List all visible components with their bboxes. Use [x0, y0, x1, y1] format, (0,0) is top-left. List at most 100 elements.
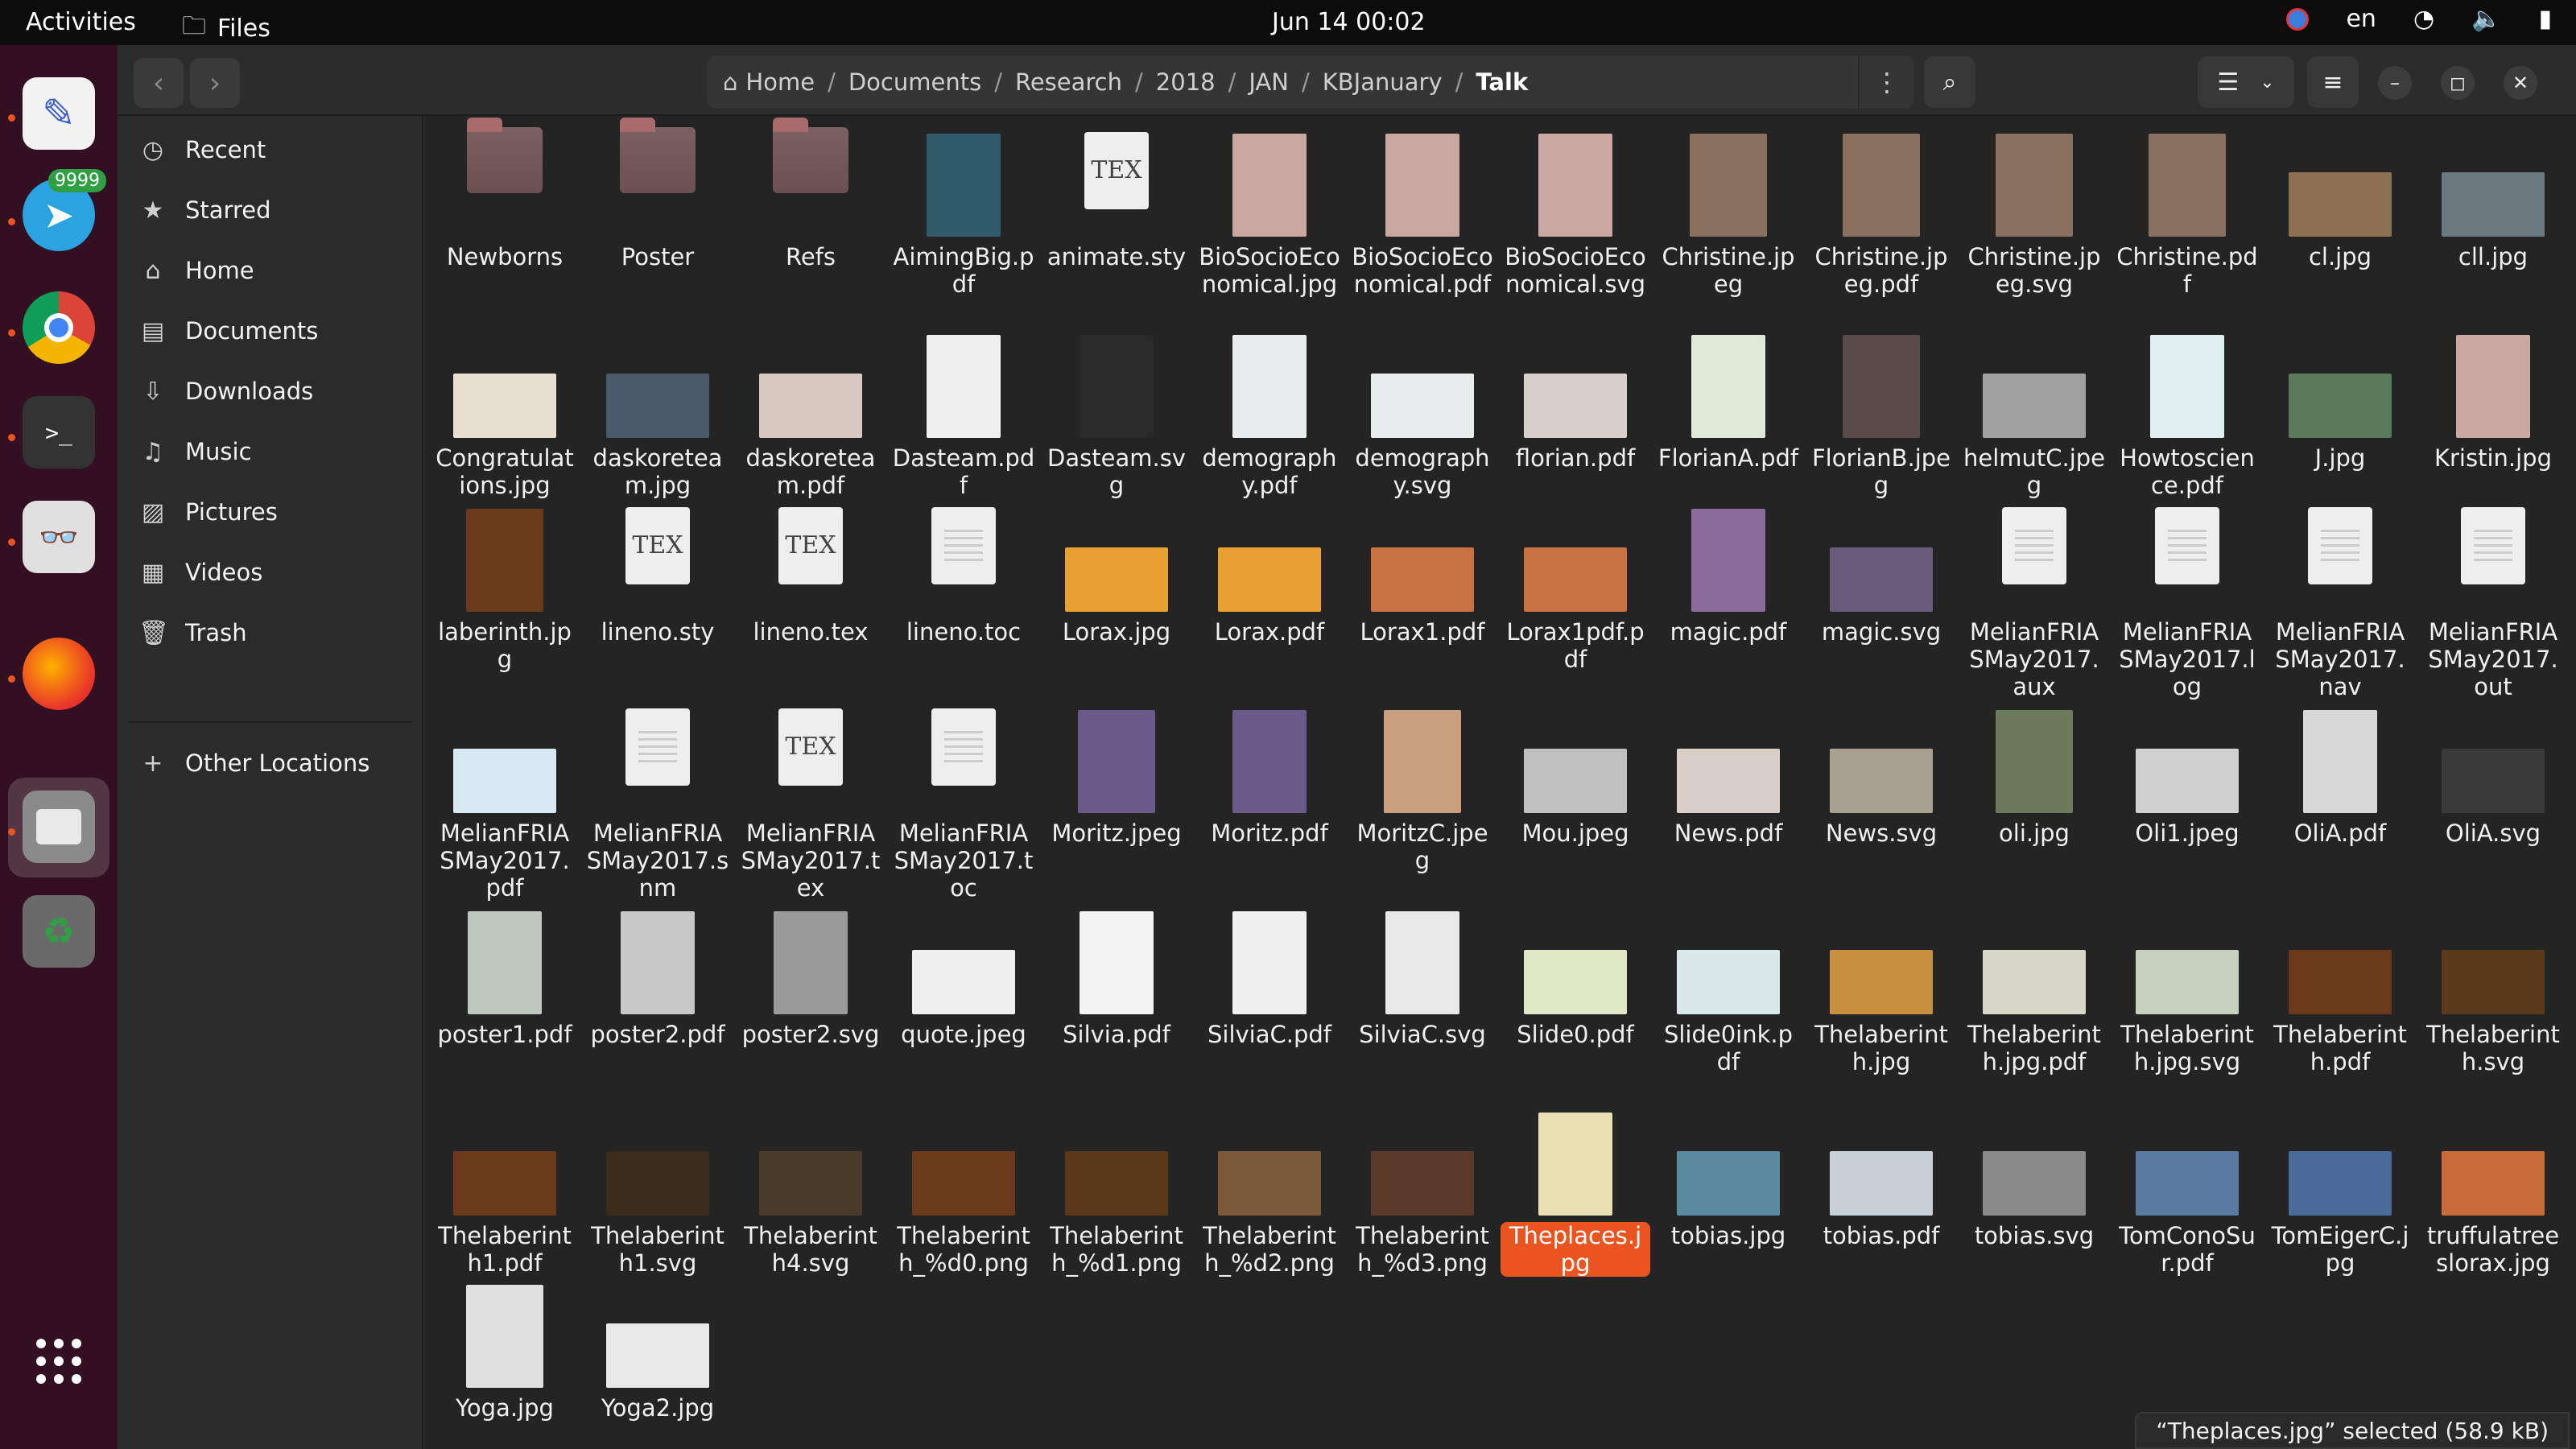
file-item[interactable]: Slide0.pdf — [1501, 910, 1650, 1048]
file-item[interactable]: Yoga2.jpg — [583, 1283, 733, 1422]
chrome-icon[interactable] — [23, 291, 95, 364]
file-item[interactable]: Oli1.jpeg — [2112, 708, 2262, 847]
file-item[interactable]: Slide0ink.pdf — [1653, 910, 1803, 1075]
file-item[interactable]: OliA.svg — [2418, 708, 2568, 847]
file-item[interactable]: TEX MelianFRIASMay2017.tex — [736, 708, 886, 902]
system-tray[interactable]: en ◔ 🔈 ▮ — [2286, 5, 2552, 33]
file-item[interactable]: Thelaberinth1.svg — [583, 1111, 733, 1277]
file-item[interactable]: Dasteam.svg — [1042, 333, 1191, 499]
folder-item[interactable]: Poster — [583, 118, 733, 270]
file-item[interactable]: poster1.pdf — [430, 910, 580, 1048]
notification-icon[interactable] — [2286, 7, 2310, 31]
file-item[interactable]: Dasteam.pdf — [889, 333, 1038, 499]
sidebar-item-other-locations[interactable]: + Other Locations — [138, 739, 369, 787]
file-item[interactable]: News.svg — [1806, 708, 1956, 847]
file-item[interactable]: Lorax1pdf.pdf — [1501, 507, 1650, 673]
file-item[interactable]: daskoreteam.pdf — [736, 333, 886, 499]
file-item[interactable]: Thelaberinth_%d2.png — [1195, 1111, 1344, 1277]
sidebar-item-trash[interactable]: 🗑 Trash — [138, 609, 247, 657]
terminal-icon[interactable]: >_ — [23, 396, 95, 469]
file-item[interactable]: Moritz.pdf — [1195, 708, 1344, 847]
file-item[interactable]: demography.pdf — [1195, 333, 1344, 499]
file-item[interactable]: SilviaC.svg — [1348, 910, 1497, 1048]
file-item[interactable]: BioSocioEconomical.jpg — [1195, 132, 1344, 298]
app-menu[interactable]: 🗀 Files — [182, 8, 270, 49]
activities-button[interactable]: Activities — [26, 8, 136, 36]
file-item[interactable]: Thelaberinth.svg — [2418, 910, 2568, 1075]
file-item[interactable]: tobias.pdf — [1806, 1111, 1956, 1249]
breadcrumb-jan[interactable]: JAN — [1236, 68, 1302, 96]
folder-item[interactable]: Refs — [736, 118, 886, 270]
file-item[interactable]: Mou.jpeg — [1501, 708, 1650, 847]
file-item[interactable]: magic.pdf — [1653, 507, 1803, 646]
file-item[interactable]: quote.jpeg — [889, 910, 1038, 1048]
file-item[interactable]: truffulatreeslorax.jpg — [2418, 1111, 2568, 1277]
file-item[interactable]: Silvia.pdf — [1042, 910, 1191, 1048]
file-item[interactable]: MoritzC.jpeg — [1348, 708, 1497, 874]
language-indicator[interactable]: en — [2346, 5, 2376, 33]
file-item[interactable]: Christine.jpeg.pdf — [1806, 132, 1956, 298]
file-item[interactable]: magic.svg — [1806, 507, 1956, 646]
file-item[interactable]: MelianFRIASMay2017.out — [2418, 507, 2568, 700]
network-icon[interactable]: ◔ — [2413, 5, 2434, 33]
file-item[interactable]: Kristin.jpg — [2418, 333, 2568, 472]
file-item[interactable]: poster2.svg — [736, 910, 886, 1048]
trash-dock-icon[interactable]: ♻ — [23, 895, 95, 968]
file-item[interactable]: Moritz.jpeg — [1042, 708, 1191, 847]
breadcrumb-2018[interactable]: 2018 — [1143, 68, 1228, 96]
breadcrumb-research[interactable]: Research — [1002, 68, 1135, 96]
file-item[interactable]: MelianFRIASMay2017.log — [2112, 507, 2262, 700]
file-item[interactable]: TEX lineno.tex — [736, 507, 886, 646]
sidebar-item-music[interactable]: ♫ Music — [138, 427, 252, 476]
maximize-button[interactable]: ◻ — [2441, 66, 2475, 100]
file-item[interactable]: Thelaberinth.pdf — [2265, 910, 2415, 1075]
sidebar-item-documents[interactable]: ▤ Documents — [138, 307, 319, 355]
file-item[interactable]: Lorax1.pdf — [1348, 507, 1497, 646]
file-item[interactable]: TEX animate.sty — [1042, 132, 1191, 270]
breadcrumb-home[interactable]: Home — [745, 68, 828, 96]
sidebar-item-starred[interactable]: ★ Starred — [138, 186, 271, 234]
forward-button[interactable]: › — [190, 58, 240, 108]
file-item[interactable]: MelianFRIASMay2017.nav — [2265, 507, 2415, 700]
file-item[interactable]: Congratulations.jpg — [430, 333, 580, 499]
folder-item[interactable]: Newborns — [430, 118, 580, 270]
file-item[interactable]: SilviaC.pdf — [1195, 910, 1344, 1048]
file-item[interactable]: Thelaberinth.jpg.pdf — [1959, 910, 2109, 1075]
file-item[interactable]: MelianFRIASMay2017.snm — [583, 708, 733, 902]
file-item[interactable]: Christine.jpeg — [1653, 132, 1803, 298]
sidebar-item-videos[interactable]: ▦ Videos — [138, 548, 263, 597]
clock[interactable]: Jun 14 00:02 — [1272, 8, 1426, 36]
file-item[interactable]: Lorax.pdf — [1195, 507, 1344, 646]
file-item[interactable]: cll.jpg — [2418, 132, 2568, 270]
file-item[interactable]: MelianFRIASMay2017.toc — [889, 708, 1038, 902]
file-item[interactable]: poster2.pdf — [583, 910, 733, 1048]
files-icon[interactable] — [23, 791, 95, 863]
file-item[interactable]: Howtoscience.pdf — [2112, 333, 2262, 499]
document-viewer-icon[interactable]: 👓 — [23, 501, 95, 573]
telegram-icon[interactable]: ➤ 9999 — [23, 169, 106, 251]
text-editor-icon[interactable]: ✎ — [23, 77, 95, 150]
file-item[interactable]: daskoreteam.jpg — [583, 333, 733, 499]
file-item[interactable]: Thelaberinth.jpg — [1806, 910, 1956, 1075]
file-item[interactable]: J.jpg — [2265, 333, 2415, 472]
file-item[interactable]: helmutC.jpeg — [1959, 333, 2109, 499]
file-item[interactable]: Yoga.jpg — [430, 1283, 580, 1422]
file-item[interactable]: cl.jpg — [2265, 132, 2415, 270]
file-item[interactable]: TomEigerC.jpg — [2265, 1111, 2415, 1277]
breadcrumb-current[interactable]: Talk — [1463, 68, 1541, 96]
file-item[interactable]: Lorax.jpg — [1042, 507, 1191, 646]
minimize-button[interactable]: – — [2378, 66, 2412, 100]
file-item[interactable]: FlorianA.pdf — [1653, 333, 1803, 472]
file-item[interactable]: florian.pdf — [1501, 333, 1650, 472]
main-menu-button[interactable]: ≡ — [2307, 56, 2359, 108]
file-item[interactable]: TEX lineno.sty — [583, 507, 733, 646]
file-item[interactable]: Theplaces.jpg — [1501, 1111, 1650, 1277]
path-menu-button[interactable]: ⋮ — [1858, 56, 1914, 109]
file-item[interactable]: MelianFRIASMay2017.pdf — [430, 708, 580, 902]
file-item[interactable]: News.pdf — [1653, 708, 1803, 847]
file-item[interactable]: Thelaberinth_%d3.png — [1348, 1111, 1497, 1277]
file-item[interactable]: Thelaberinth_%d0.png — [889, 1111, 1038, 1277]
file-item[interactable]: BioSocioEconomical.pdf — [1348, 132, 1497, 298]
file-item[interactable]: Thelaberinth.jpg.svg — [2112, 910, 2262, 1075]
breadcrumb-kbjanuary[interactable]: KBJanuary — [1310, 68, 1455, 96]
